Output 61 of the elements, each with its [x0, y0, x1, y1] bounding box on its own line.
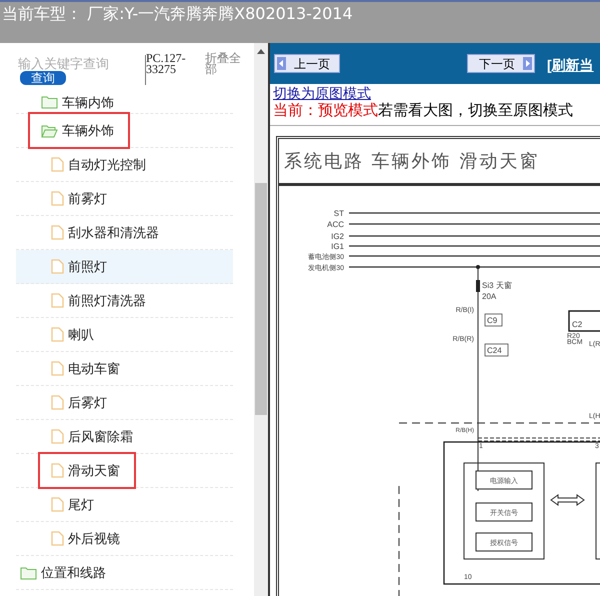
tree-item[interactable]: 前雾灯 — [16, 182, 233, 216]
connector-tag: C9 — [484, 314, 502, 326]
document-icon — [51, 463, 64, 478]
rail-label: ACC — [327, 220, 344, 229]
document-icon — [51, 293, 64, 308]
document-icon — [51, 497, 64, 512]
junction-dot — [476, 265, 480, 269]
model-code: PC.127-33275 — [146, 53, 187, 75]
document-icon — [51, 157, 64, 172]
fuse — [476, 280, 480, 292]
top-bar-title: 当前车型： 厂家:Y-一汽奔腾奔腾X802013-2014 — [1, 3, 354, 25]
diagram-title: 系统电路 车辆外饰 滑动天窗 — [279, 139, 600, 186]
search-field[interactable]: 输入关键字查询 — [18, 53, 138, 73]
document-icon — [51, 259, 64, 274]
next-page-button[interactable]: 下一页 — [467, 54, 535, 73]
tree-item[interactable]: 车辆内饰 — [16, 94, 233, 114]
tree-item[interactable]: 尾灯 — [16, 488, 233, 522]
tree-item[interactable]: 车辆外饰 — [16, 114, 233, 148]
connector-tag: C24 — [484, 344, 508, 356]
rail-label: ST — [334, 209, 344, 218]
bcm-box — [568, 310, 600, 332]
tree-item[interactable]: 滑动天窗 — [16, 454, 233, 488]
collapse-all-link[interactable]: 折叠全部 — [205, 53, 247, 75]
document-icon — [51, 531, 64, 546]
folder-icon — [20, 566, 37, 580]
tree-item[interactable]: 自动灯光控制 — [16, 148, 233, 182]
rail-label: IG1 — [331, 242, 344, 251]
search-button[interactable]: 查询 — [20, 71, 66, 85]
folder-icon — [41, 95, 58, 110]
open-folder-icon — [41, 124, 58, 138]
signal-block — [476, 470, 532, 490]
tree-item[interactable]: 前照灯清洗器 — [16, 284, 233, 318]
scroll-up-icon[interactable] — [257, 49, 266, 54]
double-arrow-icon — [550, 494, 585, 506]
document-icon — [51, 361, 64, 376]
right-arrow-icon — [523, 57, 532, 70]
rail-label: IG2 — [331, 232, 344, 241]
scrollbar[interactable] — [254, 43, 268, 596]
tree-item[interactable]: 电动车窗 — [16, 352, 233, 386]
tree-item[interactable]: 前照灯 — [16, 250, 233, 284]
document-icon — [51, 225, 64, 240]
signal-block — [476, 502, 532, 522]
mode-status-text: 当前：预览模式若需看大图，切换至原图模式 — [273, 101, 574, 121]
diagram-label: Si3 天窗 — [482, 281, 512, 290]
tree-item[interactable]: 后风窗除霜 — [16, 420, 233, 454]
document-icon — [51, 395, 64, 410]
tree-item[interactable]: 外后视镜 — [16, 522, 233, 556]
previous-page-button[interactable]: 上一页 — [274, 54, 340, 73]
refresh-link[interactable]: [刷新当 — [547, 55, 594, 76]
document-icon — [51, 327, 64, 342]
tree-item[interactable]: 位置和线路 — [16, 556, 233, 590]
signal-block — [476, 532, 532, 552]
left-arrow-icon — [277, 57, 286, 70]
document-icon — [51, 191, 64, 206]
tree-item[interactable]: 喇叭 — [16, 318, 233, 352]
document-icon — [51, 429, 64, 444]
tree-item[interactable]: 后雾灯 — [16, 386, 233, 420]
scrollbar-thumb[interactable] — [255, 183, 268, 415]
mode-switch-link[interactable]: 切换为原图模式 — [273, 85, 371, 101]
diagram-label: 20A — [482, 292, 496, 301]
diagram-label: C2 — [572, 320, 582, 329]
